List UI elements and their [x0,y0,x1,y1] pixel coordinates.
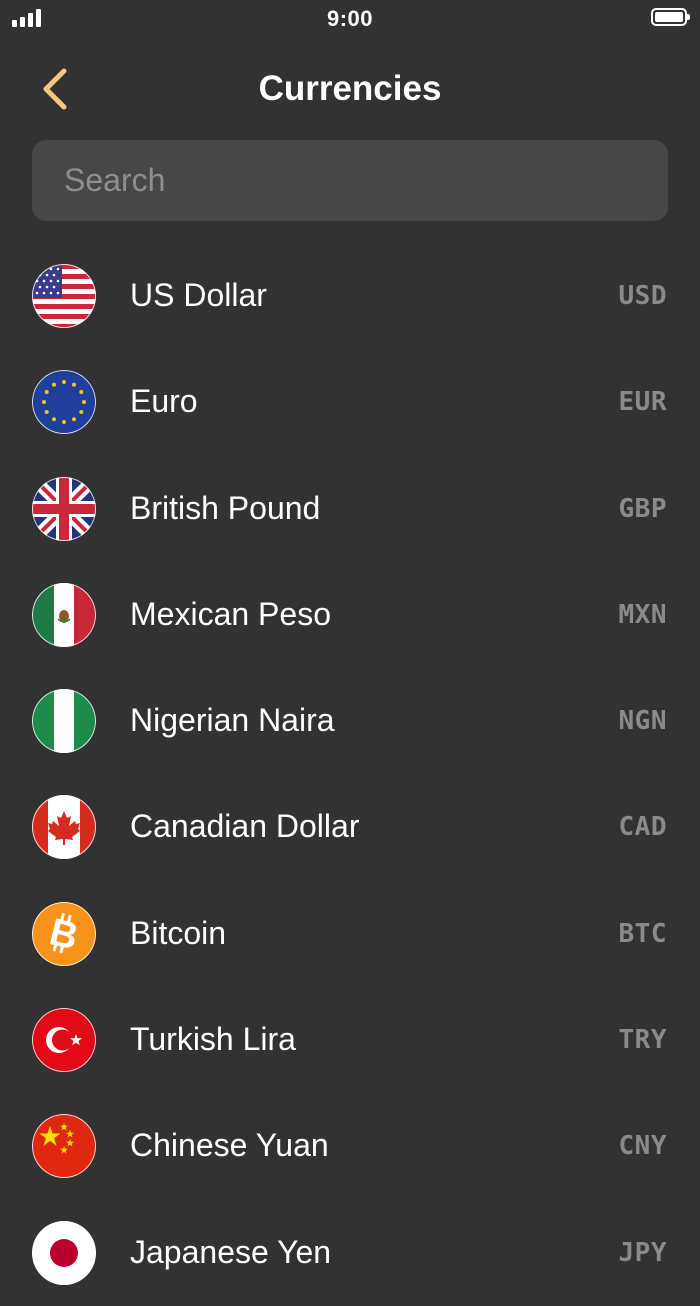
bitcoin-icon: B [32,901,96,966]
currency-code: TRY [618,1025,667,1056]
currency-name: Chinese Yuan [130,1127,329,1164]
search-field[interactable] [32,140,668,221]
currency-code: USD [618,281,667,311]
currency-name: Japanese Yen [130,1233,332,1270]
svg-text:B: B [45,911,82,958]
currency-code: NGN [618,706,667,737]
currency-name: Bitcoin [130,914,227,951]
page-title: Currencies [258,69,442,108]
turkey-flag-icon [32,1008,96,1073]
currency-row-mxn[interactable]: Mexican Peso MXN [0,562,700,668]
currency-name: Canadian Dollar [130,808,360,845]
currency-code: CNY [618,1131,667,1162]
currency-row-cad[interactable]: Canadian Dollar CAD [0,774,700,880]
currency-row-cny[interactable]: Chinese Yuan CNY [0,1093,700,1199]
currency-name: US Dollar [130,277,267,313]
currency-name: Euro [130,383,198,420]
currency-row-jpy[interactable]: Japanese Yen JPY [0,1200,700,1306]
currency-name: Mexican Peso [130,595,331,632]
currency-list: US Dollar USD Euro EUR British Pound GBP… [0,243,700,1306]
currency-name: Turkish Lira [130,1021,296,1058]
currency-row-gbp[interactable]: British Pound GBP [0,456,700,562]
currency-name: Nigerian Naira [130,702,335,739]
currency-row-eur[interactable]: Euro EUR [0,349,700,455]
currency-row-btc[interactable]: B Bitcoin BTC [0,881,700,987]
china-flag-icon [32,1114,96,1179]
currency-row-ngn[interactable]: Nigerian Naira NGN [0,668,700,774]
nigeria-flag-icon [32,689,96,754]
status-bar: 9:00 [0,0,700,40]
search-input[interactable] [32,140,668,221]
battery-icon [651,8,690,26]
navigation-bar: Currencies [0,50,700,130]
currency-code: GBP [618,493,667,524]
us-flag-icon [32,264,96,328]
currency-name: British Pound [130,489,321,526]
currency-code: BTC [618,918,667,949]
canada-flag-icon [32,795,96,860]
currency-row-usd[interactable]: US Dollar USD [0,243,700,349]
uk-flag-icon [32,476,96,541]
mexico-flag-icon [32,582,96,647]
currency-code: CAD [618,812,667,843]
status-time: 9:00 [326,6,374,31]
japan-flag-icon [32,1220,96,1285]
eu-flag-icon [32,370,96,435]
currency-row-try[interactable]: Turkish Lira TRY [0,987,700,1093]
currency-code: JPY [618,1237,667,1268]
currency-code: MXN [618,599,667,630]
currency-code: EUR [618,387,667,418]
